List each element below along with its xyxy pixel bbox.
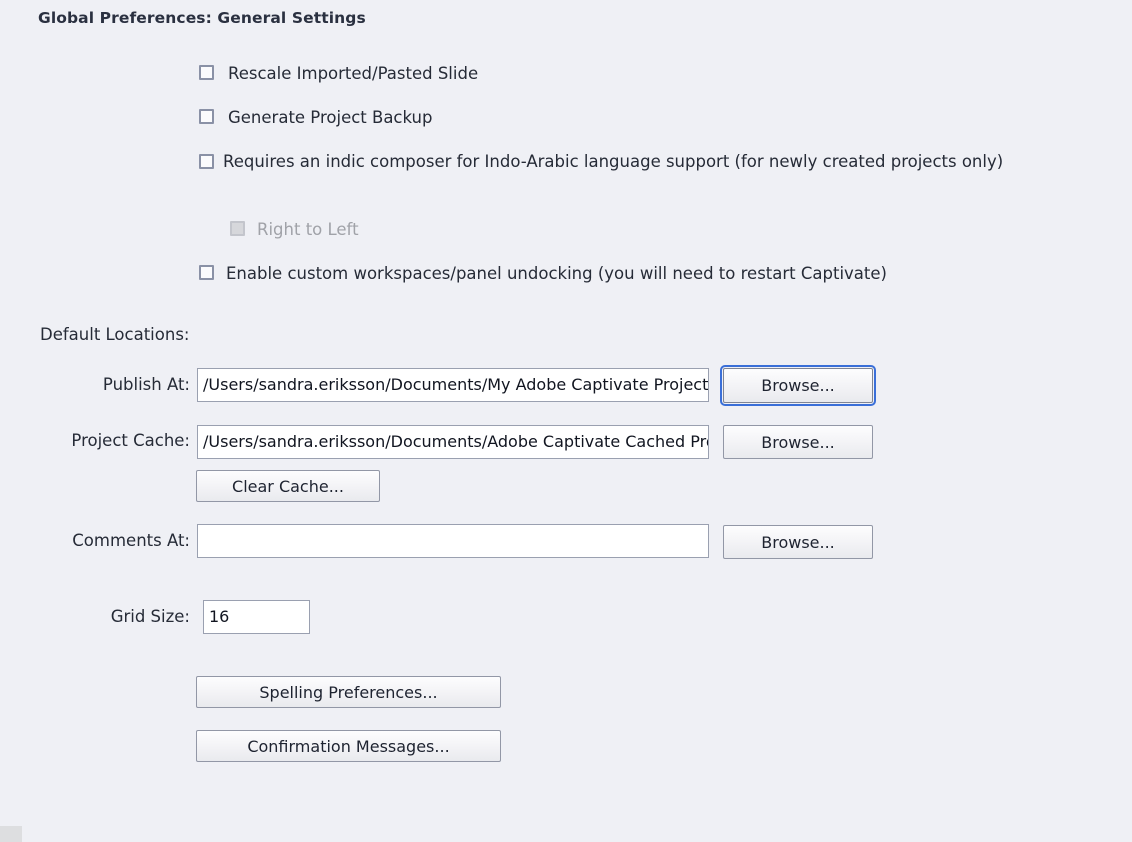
comments-at-input[interactable]: [197, 524, 709, 558]
project-cache-input[interactable]: /Users/sandra.eriksson/Documents/Adobe C…: [197, 425, 709, 459]
project-cache-label: Project Cache:: [40, 431, 190, 450]
checkbox-generate-project-backup[interactable]: [199, 109, 214, 124]
checkbox-label-enable-custom-workspaces: Enable custom workspaces/panel undocking…: [226, 261, 887, 286]
grid-size-input[interactable]: 16: [203, 600, 310, 634]
checkbox-row-indic-composer[interactable]: Requires an indic composer for Indo-Arab…: [199, 149, 1003, 174]
comments-at-browse-button[interactable]: Browse...: [723, 525, 873, 559]
checkbox-right-to-left: [230, 221, 245, 236]
checkbox-label-generate-project-backup: Generate Project Backup: [228, 105, 433, 130]
checkbox-enable-custom-workspaces[interactable]: [199, 265, 214, 280]
grid-size-label: Grid Size:: [40, 607, 190, 626]
checkbox-indic-composer[interactable]: [199, 154, 214, 169]
default-locations-heading: Default Locations:: [40, 325, 189, 344]
checkbox-label-rescale-imported-pasted-slide: Rescale Imported/Pasted Slide: [228, 61, 478, 86]
checkbox-row-right-to-left: Right to Left: [230, 217, 359, 242]
comments-at-label: Comments At:: [40, 531, 190, 550]
checkbox-label-right-to-left: Right to Left: [257, 217, 359, 242]
publish-at-browse-button[interactable]: Browse...: [723, 368, 873, 403]
checkbox-row-rescale-imported-pasted-slide[interactable]: Rescale Imported/Pasted Slide: [199, 61, 478, 86]
checkbox-row-enable-custom-workspaces[interactable]: Enable custom workspaces/panel undocking…: [199, 261, 887, 286]
project-cache-browse-button[interactable]: Browse...: [723, 425, 873, 459]
scrollbar-corner-stub: [0, 826, 22, 842]
publish-at-input[interactable]: /Users/sandra.eriksson/Documents/My Adob…: [197, 368, 709, 402]
checkbox-row-generate-project-backup[interactable]: Generate Project Backup: [199, 105, 433, 130]
spelling-preferences-button[interactable]: Spelling Preferences...: [196, 676, 501, 708]
publish-at-label: Publish At:: [40, 375, 190, 394]
checkbox-label-indic-composer: Requires an indic composer for Indo-Arab…: [223, 149, 1003, 174]
page-title: Global Preferences: General Settings: [38, 9, 366, 27]
clear-cache-button[interactable]: Clear Cache...: [196, 470, 380, 502]
checkbox-rescale-imported-pasted-slide[interactable]: [199, 65, 214, 80]
confirmation-messages-button[interactable]: Confirmation Messages...: [196, 730, 501, 762]
